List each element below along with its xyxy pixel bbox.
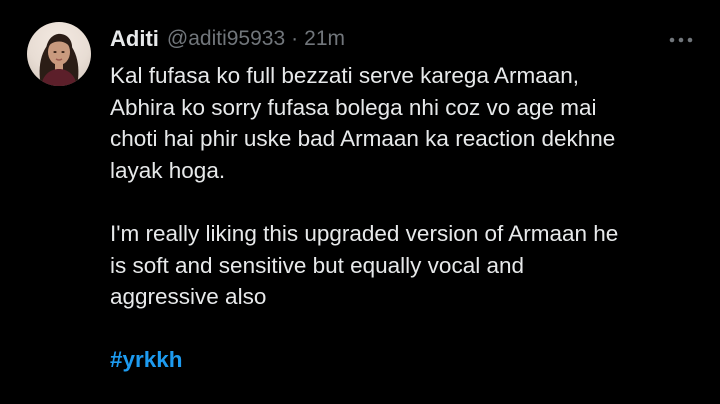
- tweet-timestamp[interactable]: 21m: [304, 27, 345, 51]
- text-line: aggressive also: [110, 284, 267, 310]
- tweet[interactable]: Aditi @aditi95933 · 21m Kal fufasa ko fu…: [0, 0, 720, 404]
- text-line: I'm really liking this upgraded version …: [110, 220, 619, 246]
- author-name[interactable]: Aditi: [110, 26, 159, 52]
- hashtag-link[interactable]: #yrkkh: [110, 347, 183, 372]
- author-handle[interactable]: @aditi95933: [167, 27, 285, 51]
- text-line: is soft and sensitive but equally vocal …: [110, 252, 524, 278]
- text-line: layak hoga.: [110, 157, 226, 183]
- avatar-image: [39, 33, 79, 86]
- tweet-header: Aditi @aditi95933 · 21m: [110, 24, 345, 54]
- more-options-button[interactable]: [668, 30, 694, 50]
- header-separator: ·: [291, 27, 299, 50]
- tweet-paragraph-3: #yrkkh: [110, 344, 695, 376]
- text-line: choti hai phir uske bad Armaan ka reacti…: [110, 126, 616, 152]
- tweet-paragraph-1: Kal fufasa ko full bezzati serve karega …: [110, 60, 695, 186]
- avatar[interactable]: [27, 22, 91, 86]
- text-line: Kal fufasa ko full bezzati serve karega …: [110, 63, 579, 88]
- tweet-paragraph-2: I'm really liking this upgraded version …: [110, 218, 695, 313]
- tweet-text: Kal fufasa ko full bezzati serve karega …: [110, 60, 695, 376]
- text-line: Abhira ko sorry fufasa bolega nhi coz vo…: [110, 94, 597, 120]
- more-horizontal-icon: [669, 37, 693, 43]
